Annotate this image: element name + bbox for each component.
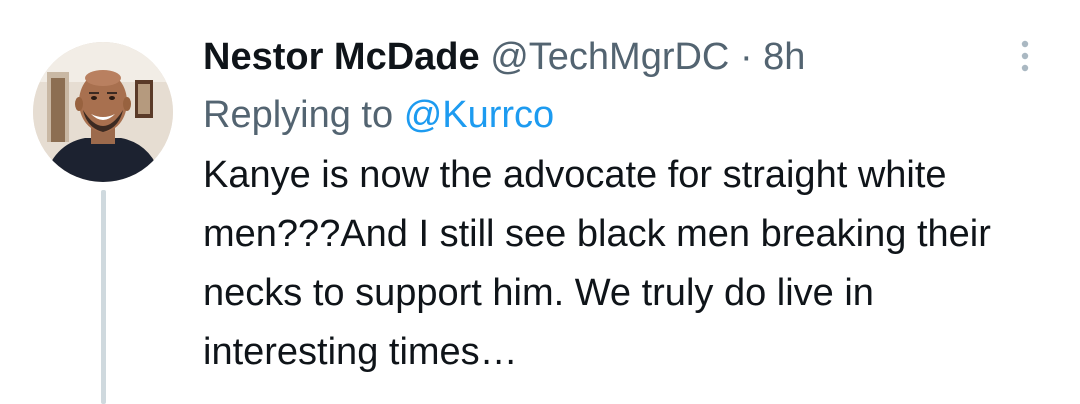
reply-mention-link[interactable]: @Kurrco xyxy=(404,94,555,136)
thread-connector-line xyxy=(101,190,106,404)
avatar-image xyxy=(33,42,173,182)
replying-to-line: Replying to @Kurrco xyxy=(203,86,1033,144)
user-handle[interactable]: @TechMgrDC xyxy=(490,36,729,78)
tweet[interactable]: Nestor McDade @TechMgrDC · 8h Replying t… xyxy=(0,0,1080,404)
tweet-text: Kanye is now the advocate for straight w… xyxy=(203,154,991,373)
display-name[interactable]: Nestor McDade xyxy=(203,36,480,78)
tweet-header: Nestor McDade @TechMgrDC · 8h xyxy=(203,28,1033,86)
replying-prefix: Replying to xyxy=(203,94,394,136)
timestamp[interactable]: 8h xyxy=(763,36,805,78)
separator-dot: · xyxy=(739,36,753,78)
tweet-content: Nestor McDade @TechMgrDC · 8h Replying t… xyxy=(203,28,1033,382)
more-vertical-icon xyxy=(1021,40,1029,72)
avatar[interactable] xyxy=(33,42,173,182)
more-options-button[interactable] xyxy=(1013,36,1037,76)
